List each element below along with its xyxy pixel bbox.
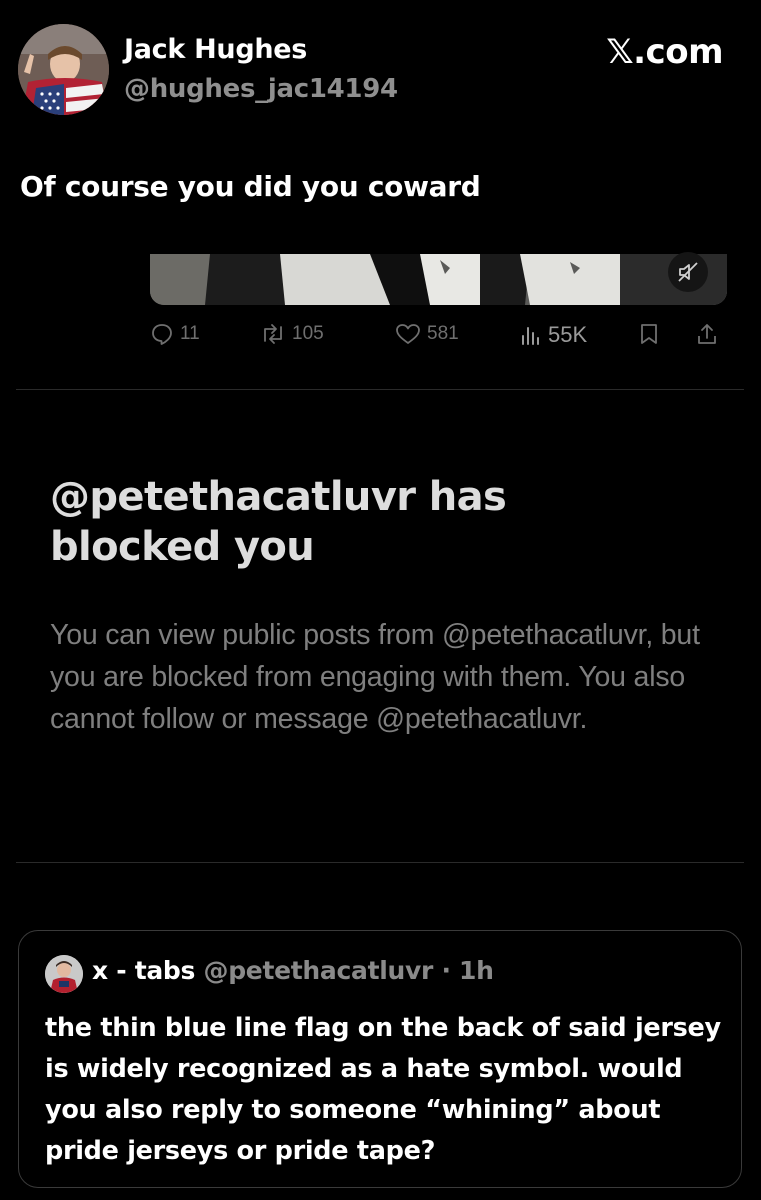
quoted-timestamp[interactable]: · 1h (441, 956, 494, 985)
heart-icon (396, 324, 420, 344)
quoted-author-avatar[interactable] (45, 955, 83, 993)
quoted-tweet-text: the thin blue line flag on the back of s… (45, 1013, 721, 1166)
divider (16, 389, 744, 390)
bookmark-icon (641, 324, 657, 344)
block-notice-title: @petethacatluvr has blocked you (50, 474, 507, 570)
like-count: 581 (427, 323, 459, 344)
views-count: 55K (548, 322, 588, 347)
share-icon (698, 324, 716, 344)
tweet-text: Of course you did you coward (20, 170, 481, 203)
divider (16, 862, 744, 863)
share-button[interactable] (695, 322, 719, 346)
quoted-author-name[interactable]: x - tabs (92, 956, 195, 985)
repost-button[interactable]: 105 (260, 322, 324, 346)
block-notice-body: You can view public posts from @petethac… (50, 619, 700, 735)
brand-watermark: 𝕏.com (606, 32, 723, 72)
action-bar: 11 105 581 55K (150, 322, 727, 362)
repost-icon (264, 324, 282, 344)
author-avatar[interactable] (18, 24, 109, 115)
cut-off-action-row (20, 880, 740, 888)
quoted-author-handle[interactable]: @petethacatluvr (204, 956, 434, 985)
tweet-media[interactable] (150, 254, 727, 305)
mute-button[interactable] (668, 252, 708, 292)
quoted-header: x - tabs @petethacatluvr · 1h (92, 956, 494, 985)
reply-button[interactable]: 11 (150, 322, 200, 346)
repost-count: 105 (292, 323, 324, 344)
author-name[interactable]: Jack Hughes (124, 34, 307, 65)
reply-icon (152, 324, 172, 345)
bookmark-button[interactable] (638, 322, 660, 346)
views-button[interactable]: 55K (520, 322, 587, 348)
like-button[interactable]: 581 (395, 322, 459, 346)
views-icon (522, 327, 539, 345)
reply-count: 11 (180, 323, 200, 344)
author-handle[interactable]: @hughes_jac14194 (124, 74, 398, 104)
muted-speaker-icon (678, 262, 698, 282)
